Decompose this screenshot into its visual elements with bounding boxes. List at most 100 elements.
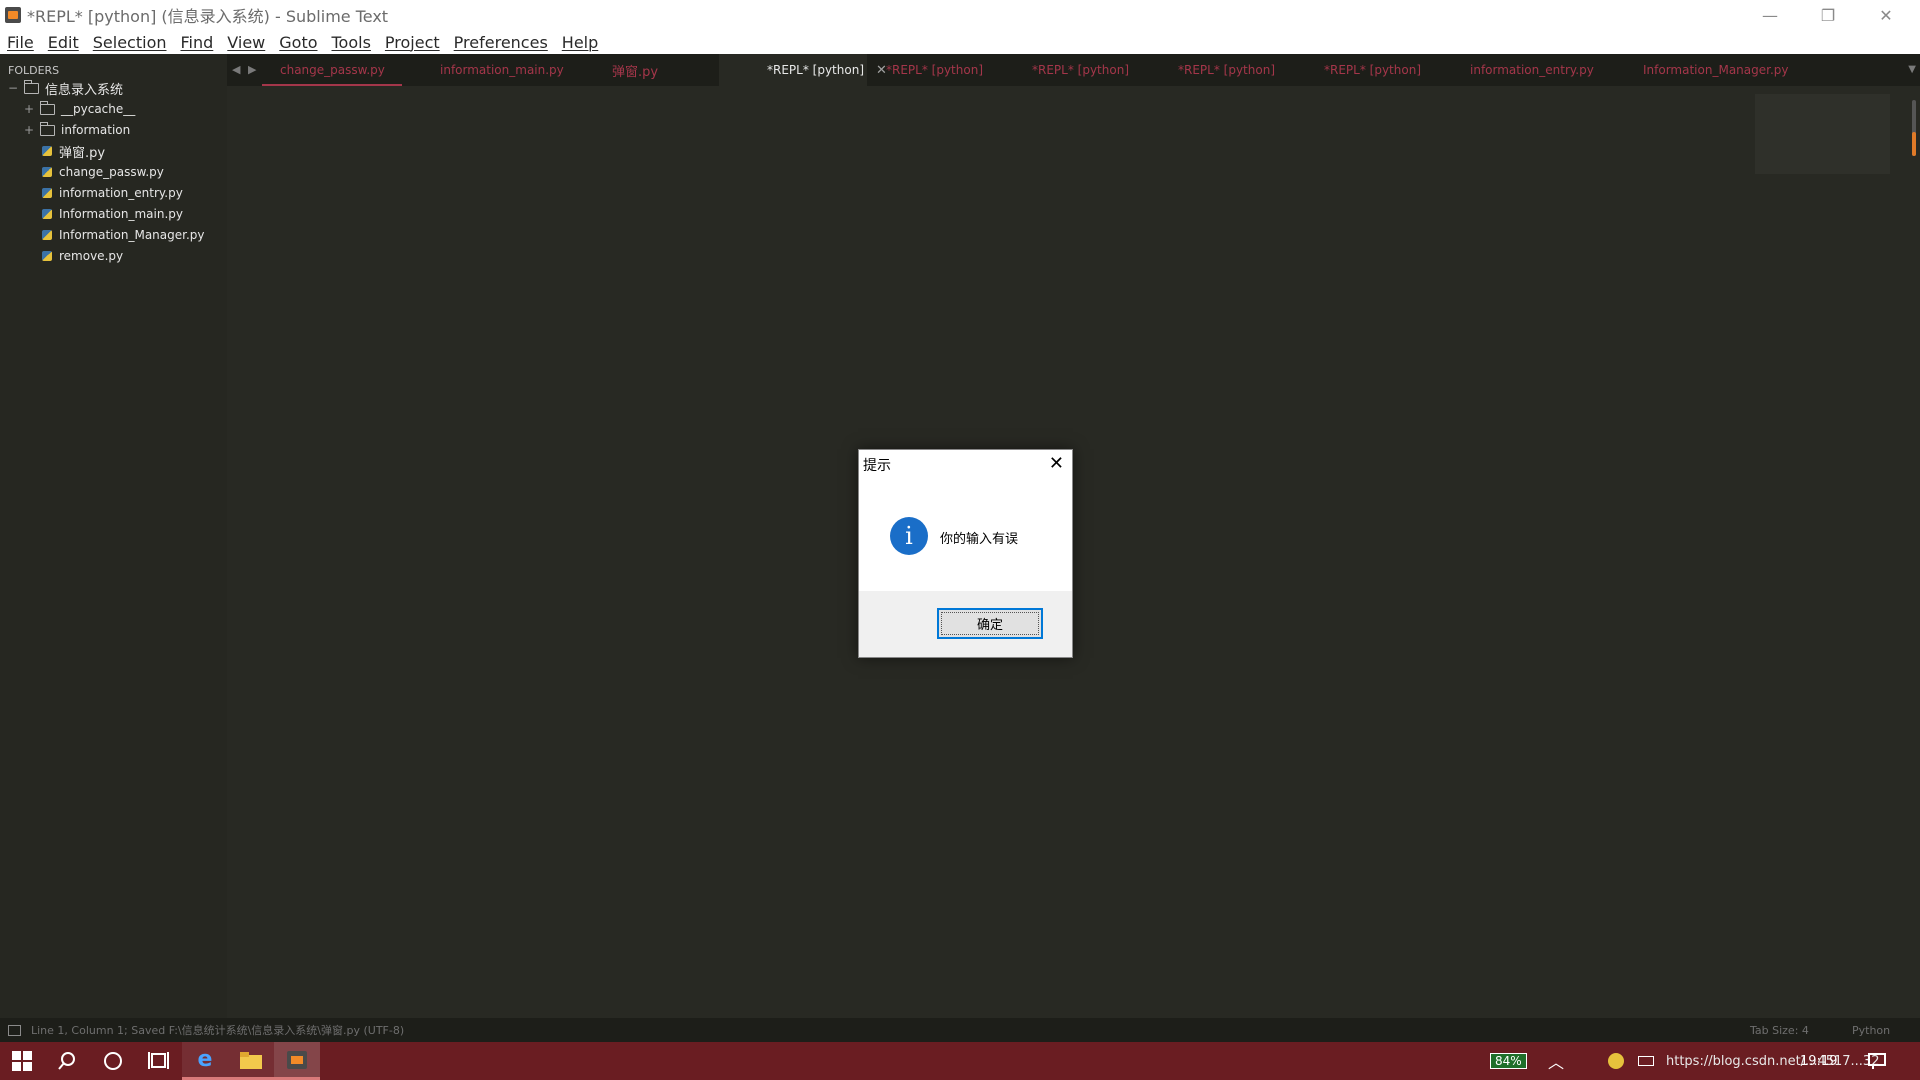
tree-file[interactable]: Information_main.py [42, 204, 183, 224]
tab-popup[interactable]: 弹窗.py [612, 54, 658, 86]
vertical-scrollbar[interactable] [1904, 86, 1920, 1018]
tree-file-label: remove.py [59, 249, 124, 263]
tab-repl-active[interactable]: *REPL* [python] ✕ [719, 54, 887, 86]
chevron-up-icon: ︿ [1548, 1053, 1565, 1072]
tab-label: information_entry.py [1470, 63, 1594, 77]
message-dialog: 提示 ✕ i 你的输入有误 确定 [858, 449, 1073, 658]
menu-preferences[interactable]: Preferences [454, 33, 548, 52]
tree-file[interactable]: remove.py [42, 246, 123, 266]
tab-label: change_passw.py [280, 63, 385, 77]
dialog-footer: 确定 [859, 591, 1072, 657]
tray-app-icon[interactable] [1608, 1042, 1624, 1080]
menu-project[interactable]: Project [385, 33, 440, 52]
edge-icon: e [197, 1047, 213, 1072]
battery-tray-icon[interactable] [1638, 1042, 1654, 1080]
python-file-icon [42, 167, 52, 177]
menu-edit[interactable]: Edit [48, 33, 79, 52]
search-button[interactable] [44, 1042, 90, 1080]
clock[interactable]: 19:19 [1800, 1042, 1837, 1080]
syntax-indicator[interactable]: Python [1852, 1024, 1890, 1037]
sublime-text-icon [5, 7, 21, 23]
tab-label: Information_Manager.py [1643, 63, 1789, 77]
tab-information-entry[interactable]: information_entry.py [1470, 54, 1594, 86]
python-file-icon [42, 146, 52, 156]
menu-goto[interactable]: Goto [279, 33, 317, 52]
tab-information-manager[interactable]: Information_Manager.py [1643, 54, 1789, 86]
tab-label: *REPL* [python] [1032, 63, 1129, 77]
menu-file[interactable]: File [7, 33, 34, 52]
tab-prev-icon[interactable]: ◀ [232, 63, 240, 76]
task-view-button[interactable] [136, 1042, 182, 1080]
tree-folder[interactable]: + information [24, 120, 130, 140]
close-icon: ✕ [1048, 453, 1064, 474]
folders-label: FOLDERS [8, 64, 60, 77]
tree-file[interactable]: information_entry.py [42, 183, 183, 203]
dialog-close-button[interactable]: ✕ [1049, 453, 1064, 474]
tab-label: *REPL* [python] [767, 63, 864, 77]
title-bar: *REPL* [python] (信息录入系统) - Sublime Text … [0, 0, 1920, 30]
menu-view[interactable]: View [227, 33, 265, 52]
sublime-text-icon [287, 1050, 307, 1069]
tree-folder[interactable]: + __pycache__ [24, 99, 135, 119]
folder-icon [40, 100, 55, 115]
tree-root-label: 信息录入系统 [45, 82, 124, 98]
expand-icon[interactable]: + [24, 102, 34, 116]
restore-button[interactable]: ❐ [1799, 0, 1857, 30]
edge-taskbar-button[interactable]: e [182, 1042, 228, 1080]
tree-file[interactable]: 弹窗.py [42, 141, 105, 161]
battery-percent: 84% [1490, 1053, 1527, 1069]
expand-icon[interactable]: + [24, 123, 34, 137]
menu-bar: File Edit Selection Find View Goto Tools… [0, 30, 1920, 54]
tab-label: *REPL* [python] [1324, 63, 1421, 77]
folder-icon [40, 121, 55, 136]
tab-change-passw[interactable]: change_passw.py [262, 54, 402, 86]
tab-repl[interactable]: *REPL* [python] [1324, 54, 1421, 86]
sublime-taskbar-button[interactable] [274, 1042, 320, 1080]
ok-button[interactable]: 确定 [937, 608, 1043, 639]
cortana-button[interactable] [90, 1042, 136, 1080]
tray-overlay-text: https://blog.csdn.net/...4517...32 [1666, 1053, 1880, 1069]
python-file-icon [42, 188, 52, 198]
action-center-button[interactable] [1868, 1042, 1886, 1080]
tree-file[interactable]: change_passw.py [42, 162, 164, 182]
dialog-message: 你的输入有误 [940, 532, 1019, 547]
tab-repl[interactable]: *REPL* [python] [886, 54, 983, 86]
tree-folder-label: information [61, 123, 131, 137]
menu-help[interactable]: Help [562, 33, 598, 52]
tree-file-label: Information_main.py [59, 207, 183, 221]
tab-next-icon[interactable]: ▶ [248, 63, 256, 76]
tab-repl[interactable]: *REPL* [python] [1178, 54, 1275, 86]
close-window-button[interactable]: ✕ [1857, 0, 1915, 30]
tree-file[interactable]: Information_Manager.py [42, 225, 205, 245]
show-hidden-icons-button[interactable]: ︿ [1548, 1042, 1564, 1080]
tab-label: information_main.py [440, 63, 564, 77]
minimize-button[interactable]: — [1741, 0, 1799, 30]
editor-area[interactable] [227, 86, 1920, 1018]
status-text: Line 1, Column 1; Saved F:\信息统计系统\信息录入系统… [31, 1024, 405, 1037]
tab-list-dropdown-icon[interactable]: ▼ [1908, 64, 1916, 75]
tab-information-main[interactable]: information_main.py [440, 54, 564, 86]
tree-file-label: change_passw.py [59, 165, 164, 179]
search-icon [58, 1052, 75, 1070]
tree-file-label: information_entry.py [59, 186, 183, 200]
task-view-icon [148, 1052, 169, 1069]
windows-icon [12, 1051, 32, 1071]
scrollbar-position-marker [1912, 132, 1916, 156]
tab-label: 弹窗.py [612, 64, 659, 80]
collapse-icon[interactable]: − [8, 81, 18, 95]
menu-selection[interactable]: Selection [93, 33, 167, 52]
start-button[interactable] [0, 1042, 44, 1080]
panel-toggle-icon[interactable] [8, 1024, 21, 1036]
python-file-icon [42, 230, 52, 240]
explorer-taskbar-button[interactable] [228, 1042, 274, 1080]
tab-strip: ◀ ▶ change_passw.py information_main.py … [227, 54, 1920, 86]
tab-repl[interactable]: *REPL* [python] [1032, 54, 1129, 86]
minimap[interactable] [1755, 94, 1890, 174]
tree-root-folder[interactable]: − 信息录入系统 [8, 78, 123, 98]
battery-indicator[interactable]: 84% [1490, 1042, 1527, 1080]
menu-find[interactable]: Find [181, 33, 214, 52]
tree-folder-label: __pycache__ [61, 102, 136, 116]
menu-tools[interactable]: Tools [332, 33, 371, 52]
tab-size-indicator[interactable]: Tab Size: 4 [1750, 1024, 1809, 1037]
notification-icon [1868, 1053, 1886, 1069]
